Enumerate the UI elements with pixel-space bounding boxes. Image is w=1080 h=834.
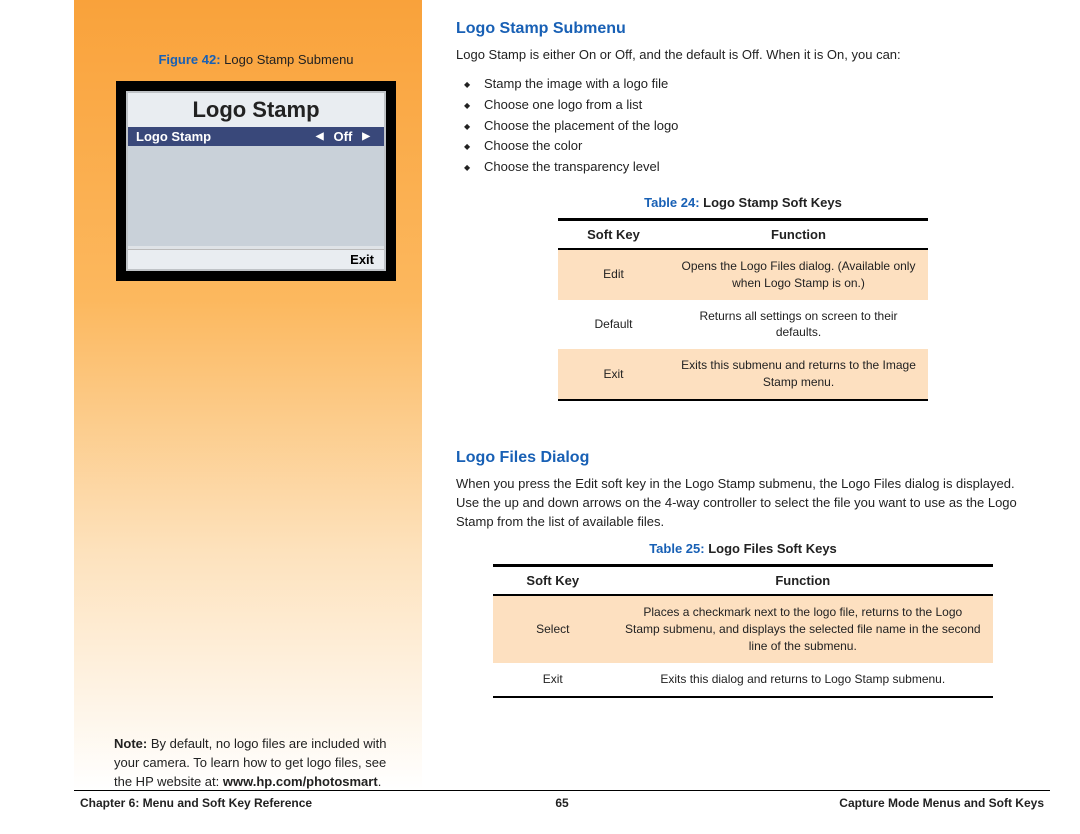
table-row: Edit Opens the Logo Files dialog. (Avail… <box>558 249 928 300</box>
sidebar-column: Figure 42: Logo Stamp Submenu Logo Stamp… <box>74 0 422 790</box>
camera-lcd: Logo Stamp Logo Stamp ◀ Off ▶ Exit <box>126 91 386 271</box>
note-block: Note: By default, no logo files are incl… <box>114 735 398 792</box>
figure-title: Logo Stamp Submenu <box>221 52 354 67</box>
note-period: . <box>378 774 382 789</box>
section1-intro: Logo Stamp is either On or Off, and the … <box>456 46 1030 65</box>
col-header-function: Function <box>613 566 993 596</box>
cell-function: Exits this submenu and returns to the Im… <box>669 349 928 400</box>
heading-logo-stamp-submenu: Logo Stamp Submenu <box>456 20 1030 38</box>
section2-intro: When you press the Edit soft key in the … <box>456 475 1030 532</box>
footer-rule <box>74 790 1050 791</box>
footer-page-number: 65 <box>555 796 568 810</box>
table-row: Exit Exits this dialog and returns to Lo… <box>493 663 993 697</box>
col-header-softkey: Soft Key <box>493 566 613 596</box>
cell-function: Returns all settings on screen to their … <box>669 300 928 350</box>
list-item: Choose the placement of the logo <box>484 117 1030 136</box>
camera-lcd-frame: Logo Stamp Logo Stamp ◀ Off ▶ Exit <box>116 81 396 281</box>
table25-caption: Table 25: Logo Files Soft Keys <box>493 541 993 556</box>
lcd-footer: Exit <box>128 249 384 269</box>
figure-ref: Figure 42: <box>158 52 220 67</box>
table25-ref: Table 25: <box>649 541 704 556</box>
table25-name: Logo Files Soft Keys <box>705 541 837 556</box>
table-row: Select Places a checkmark next to the lo… <box>493 595 993 662</box>
lcd-exit-label: Exit <box>350 252 374 267</box>
cell-softkey: Exit <box>558 349 669 400</box>
table-row: Default Returns all settings on screen t… <box>558 300 928 350</box>
list-item: Choose one logo from a list <box>484 96 1030 115</box>
figure-caption: Figure 42: Logo Stamp Submenu <box>114 52 398 67</box>
col-header-softkey: Soft Key <box>558 220 669 250</box>
col-header-function: Function <box>669 220 928 250</box>
list-item: Choose the transparency level <box>484 158 1030 177</box>
cell-softkey: Exit <box>493 663 613 697</box>
lcd-empty-body <box>128 146 384 246</box>
table24-caption: Table 24: Logo Stamp Soft Keys <box>543 195 943 210</box>
table-logo-files-softkeys: Soft Key Function Select Places a checkm… <box>493 564 993 697</box>
main-content: Logo Stamp Submenu Logo Stamp is either … <box>456 20 1030 698</box>
document-page: Figure 42: Logo Stamp Submenu Logo Stamp… <box>0 0 1080 834</box>
lcd-row-label: Logo Stamp <box>136 129 211 144</box>
heading-logo-files-dialog: Logo Files Dialog <box>456 449 1030 467</box>
arrow-right-icon: ▶ <box>362 131 370 142</box>
list-item: Stamp the image with a logo file <box>484 75 1030 94</box>
cell-function: Places a checkmark next to the logo file… <box>613 595 993 662</box>
lcd-title: Logo Stamp <box>128 93 384 127</box>
table24-ref: Table 24: <box>644 195 699 210</box>
note-label: Note: <box>114 736 151 751</box>
footer-left: Chapter 6: Menu and Soft Key Reference <box>80 796 312 810</box>
cell-softkey: Edit <box>558 249 669 300</box>
table-row: Exit Exits this submenu and returns to t… <box>558 349 928 400</box>
page-footer: Chapter 6: Menu and Soft Key Reference 6… <box>74 796 1050 810</box>
cell-softkey: Select <box>493 595 613 662</box>
cell-softkey: Default <box>558 300 669 350</box>
footer-right: Capture Mode Menus and Soft Keys <box>839 796 1044 810</box>
note-url: www.hp.com/photosmart <box>223 774 378 789</box>
table-logo-stamp-softkeys: Soft Key Function Edit Opens the Logo Fi… <box>558 218 928 401</box>
arrow-left-icon: ◀ <box>316 131 324 142</box>
lcd-selected-row: Logo Stamp ◀ Off ▶ <box>128 127 384 146</box>
list-item: Choose the color <box>484 137 1030 156</box>
lcd-row-value-group: ◀ Off ▶ <box>310 129 376 144</box>
cell-function: Exits this dialog and returns to Logo St… <box>613 663 993 697</box>
section1-bullet-list: Stamp the image with a logo file Choose … <box>456 75 1030 177</box>
lcd-row-value: Off <box>334 129 353 144</box>
table24-name: Logo Stamp Soft Keys <box>700 195 842 210</box>
cell-function: Opens the Logo Files dialog. (Available … <box>669 249 928 300</box>
